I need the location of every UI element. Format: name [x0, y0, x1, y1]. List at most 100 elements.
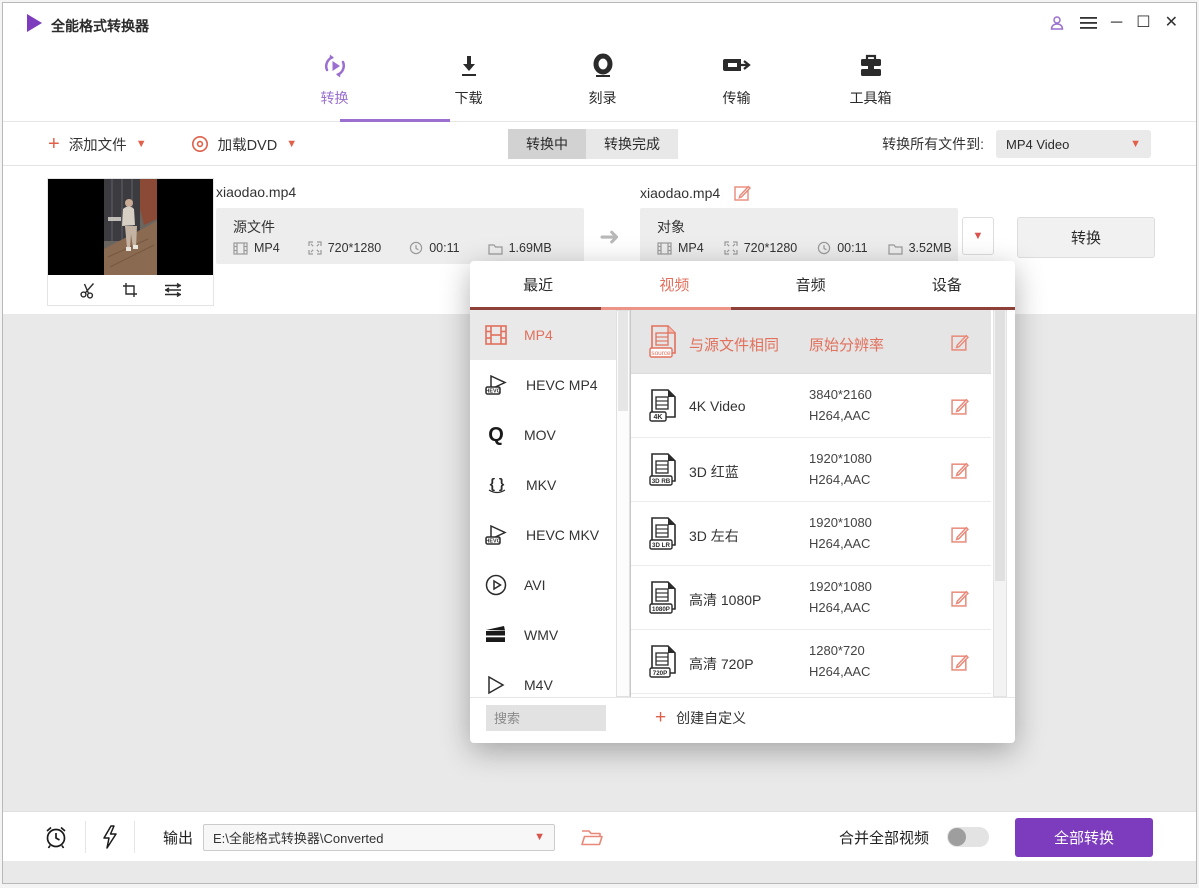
convert-button[interactable]: 转换 — [1017, 217, 1155, 258]
popup-tab-recent[interactable]: 最近 — [470, 261, 606, 307]
format-search-input[interactable] — [486, 705, 606, 731]
sidebar-scrollbar[interactable] — [616, 310, 630, 697]
tab-burn[interactable]: 刻录 — [560, 43, 646, 121]
global-format-value: MP4 Video — [1006, 137, 1069, 152]
preset-list-scrollbar[interactable] — [993, 310, 1007, 697]
close-button[interactable]: ✕ — [1165, 12, 1178, 34]
preset-list: source 与源文件相同 原始分辨率 — [631, 310, 991, 697]
source-info-panel: 源文件 MP4 720*1280 — [216, 208, 584, 264]
create-custom-button[interactable]: + 创建自定义 — [655, 705, 746, 731]
preset-resolution: 1920*1080 — [809, 515, 872, 530]
tab-transfer-label: 传输 — [723, 88, 751, 108]
preset-row-3d-lr[interactable]: 3D LR 3D 左右 1920*1080 H264,AAC — [631, 502, 991, 566]
crop-icon[interactable] — [121, 281, 139, 299]
tab-transfer[interactable]: 传输 — [694, 43, 780, 121]
download-icon — [453, 50, 485, 82]
preset-row-same-as-source[interactable]: source 与源文件相同 原始分辨率 — [631, 310, 991, 374]
svg-text:{ }: { } — [490, 475, 505, 491]
sidebar-item-hevc-mkv[interactable]: HEVC HEVC MKV — [470, 510, 616, 560]
sidebar-item-mkv[interactable]: { } MKV — [470, 460, 616, 510]
preset-row-3d-rb[interactable]: 3D RB 3D 红蓝 1920*1080 H264,AAC — [631, 438, 991, 502]
popup-tab-device[interactable]: 设备 — [879, 261, 1015, 307]
tab-converted[interactable]: 转换完成 — [586, 129, 678, 159]
sidebar-item-m4v[interactable]: M4V — [470, 660, 616, 697]
target-format-dropdown-button[interactable]: ▼ — [962, 217, 994, 255]
video-thumbnail — [48, 179, 213, 305]
svg-text:Q: Q — [488, 424, 504, 446]
edit-preset-icon[interactable] — [951, 461, 969, 479]
tab-download-label: 下载 — [455, 88, 483, 108]
video-preview-image[interactable] — [48, 179, 213, 275]
effects-icon[interactable] — [163, 281, 183, 299]
svg-text:720P: 720P — [653, 670, 667, 677]
rename-icon[interactable] — [734, 184, 751, 201]
app-title: 全能格式转换器 — [51, 16, 149, 36]
file-size-icon — [488, 242, 503, 255]
titlebar: 全能格式转换器 ─ ☐ ✕ — [3, 3, 1196, 43]
edit-preset-icon[interactable] — [951, 525, 969, 543]
preset-codec: H264,AAC — [809, 536, 870, 551]
tab-toolbox[interactable]: 工具箱 — [828, 43, 914, 121]
preset-file-icon: 1080P — [648, 580, 680, 616]
edit-preset-icon[interactable] — [951, 333, 969, 351]
account-icon[interactable] — [1048, 14, 1066, 32]
toolbar: + 添加文件 ▼ 加载DVD ▼ 转换中 转换完成 转换所有文件到: — [3, 123, 1196, 166]
transfer-icon — [720, 50, 754, 82]
preset-title: 3D 左右 — [689, 526, 739, 546]
trim-icon[interactable] — [79, 281, 97, 299]
preset-resolution: 原始分辨率 — [809, 334, 884, 355]
preset-row-720p[interactable]: 720P 高清 720P 1280*720 H264,AAC — [631, 630, 991, 694]
file-size-icon — [888, 242, 903, 255]
svg-text:HEVC: HEVC — [486, 539, 501, 545]
high-speed-icon[interactable] — [102, 825, 118, 849]
open-folder-icon[interactable] — [581, 829, 603, 846]
tab-download[interactable]: 下载 — [426, 43, 512, 121]
edit-preset-icon[interactable] — [951, 397, 969, 415]
popup-tab-audio[interactable]: 音频 — [743, 261, 879, 307]
preset-codec: H264,AAC — [809, 408, 870, 423]
active-tab-indicator — [340, 119, 450, 122]
preset-file-icon: 3D LR — [648, 516, 680, 552]
add-files-button[interactable]: + 添加文件 ▼ — [48, 134, 147, 155]
output-path-select[interactable]: E:\全能格式转换器\Converted ▼ — [203, 824, 555, 851]
play-outline-icon — [484, 674, 508, 696]
sidebar-item-label: WMV — [524, 627, 558, 643]
main-nav: 转换 下载 刻录 — [3, 43, 1196, 122]
edit-preset-icon[interactable] — [951, 653, 969, 671]
convert-all-to-label: 转换所有文件到: — [882, 134, 984, 154]
source-file-icon: source — [648, 324, 680, 360]
minimize-button[interactable]: ─ — [1111, 12, 1122, 34]
sidebar-item-mp4[interactable]: MP4 — [470, 310, 616, 360]
play-circle-icon — [484, 573, 508, 597]
maximize-button[interactable]: ☐ — [1136, 12, 1150, 34]
preset-row-4k[interactable]: 4K 4K Video 3840*2160 H264,AAC — [631, 374, 991, 438]
source-panel-label: 源文件 — [233, 217, 275, 237]
convert-all-button[interactable]: 全部转换 — [1015, 818, 1153, 857]
preset-row-1080p[interactable]: 1080P 高清 1080P 1920*1080 H264,AAC — [631, 566, 991, 630]
edit-preset-icon[interactable] — [951, 589, 969, 607]
tab-convert[interactable]: 转换 — [292, 43, 378, 121]
global-format-select[interactable]: MP4 Video ▼ — [996, 130, 1151, 158]
preset-resolution: 3840*2160 — [809, 387, 872, 402]
popup-tab-video[interactable]: 视频 — [606, 261, 742, 307]
divider — [85, 821, 86, 853]
output-label: 输出 — [163, 827, 193, 848]
resolution-icon — [724, 241, 738, 255]
preset-file-icon: 4K — [648, 388, 680, 424]
svg-text:HEVC: HEVC — [486, 389, 501, 395]
toggle-knob — [948, 828, 966, 846]
convert-state-tabs: 转换中 转换完成 — [508, 129, 678, 159]
sidebar-item-mov[interactable]: Q MOV — [470, 410, 616, 460]
video-format-icon — [233, 242, 248, 255]
sidebar-item-wmv[interactable]: WMV — [470, 610, 616, 660]
bottom-bar: 输出 E:\全能格式转换器\Converted ▼ 合并全部视频 全部转换 — [3, 811, 1196, 861]
duration-icon — [817, 241, 831, 255]
merge-videos-label: 合并全部视频 — [839, 827, 929, 848]
tab-converting[interactable]: 转换中 — [508, 129, 586, 159]
merge-videos-toggle[interactable] — [947, 827, 989, 847]
load-dvd-button[interactable]: 加载DVD ▼ — [191, 134, 298, 155]
schedule-icon[interactable] — [43, 824, 69, 850]
sidebar-item-hevc-mp4[interactable]: HEVC HEVC MP4 — [470, 360, 616, 410]
sidebar-item-avi[interactable]: AVI — [470, 560, 616, 610]
menu-icon[interactable] — [1080, 16, 1097, 30]
